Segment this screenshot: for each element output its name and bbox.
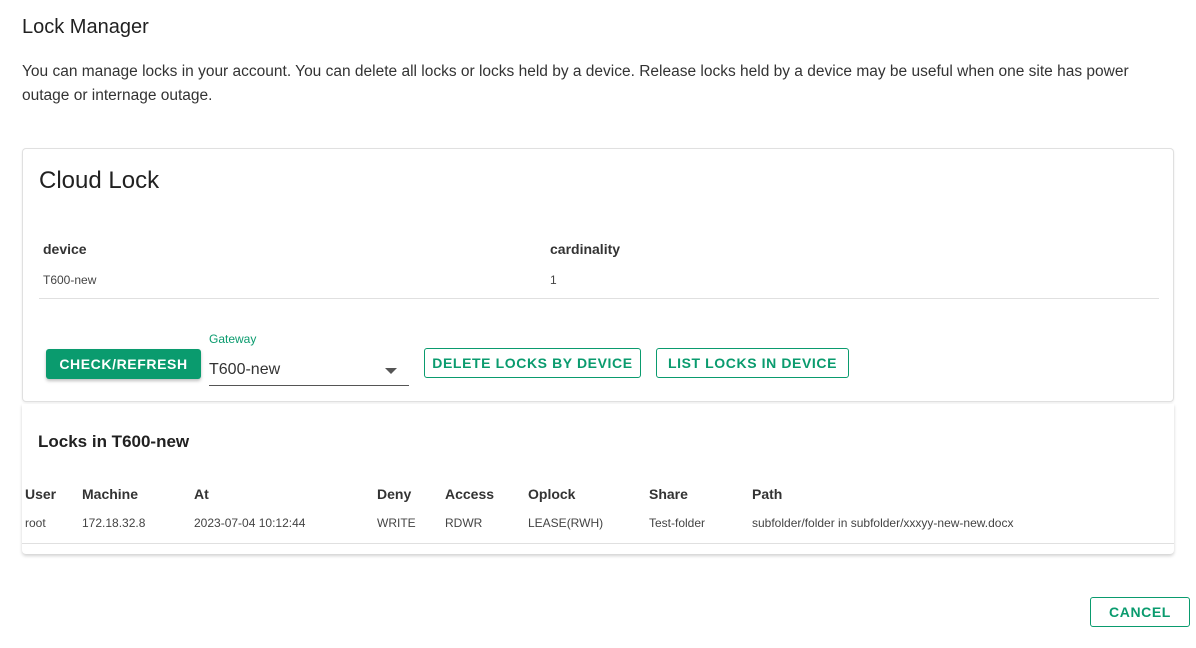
machine-cell: 172.18.32.8 (82, 516, 146, 530)
dropdown-arrow-icon (385, 368, 397, 374)
deny-cell: WRITE (377, 516, 416, 530)
table-row[interactable]: T600-new 1 (39, 263, 1159, 299)
table-row[interactable]: root 172.18.32.8 2023-07-04 10:12:44 WRI… (22, 506, 1174, 544)
dialog-description: You can manage locks in your account. Yo… (22, 63, 1129, 104)
column-header-user: User (25, 486, 57, 502)
column-header-access: Access (445, 486, 495, 502)
list-locks-in-device-button[interactable]: LIST LOCKS IN DEVICE (656, 348, 849, 378)
cloud-lock-title: Cloud Lock (39, 167, 160, 194)
column-header-share: Share (649, 486, 688, 502)
column-header-oplock: Oplock (528, 486, 576, 502)
device-table: device cardinality T600-new 1 (39, 237, 1159, 299)
column-header-cardinality: cardinality (550, 241, 621, 257)
gateway-label: Gateway (209, 332, 257, 346)
user-cell: root (25, 516, 46, 530)
dialog-title: Lock Manager (22, 16, 149, 38)
device-cell: T600-new (43, 273, 97, 287)
at-cell: 2023-07-04 10:12:44 (194, 516, 306, 530)
column-header-at: At (194, 486, 209, 502)
cardinality-cell: 1 (550, 273, 557, 287)
path-cell: subfolder/folder in subfolder/xxxyy-new-… (752, 516, 1014, 530)
column-header-machine: Machine (82, 486, 139, 502)
locks-table: User Machine At Deny Access Oplock Share… (22, 484, 1174, 544)
locks-table-header: User Machine At Deny Access Oplock Share… (22, 484, 1174, 506)
share-cell: Test-folder (649, 516, 706, 530)
check-refresh-button[interactable]: CHECK/REFRESH (46, 349, 201, 379)
locks-title: Locks in T600-new (38, 432, 190, 451)
delete-locks-by-device-button[interactable]: DELETE LOCKS BY DEVICE (424, 348, 641, 378)
gateway-selected-value: T600-new (209, 361, 281, 378)
locks-panel: Locks in T600-new User Machine At Deny A… (22, 404, 1174, 554)
column-header-path: Path (752, 486, 783, 502)
cancel-button[interactable]: CANCEL (1090, 597, 1190, 627)
device-table-header: device cardinality (39, 237, 1159, 263)
gateway-select[interactable]: T600-new (209, 354, 409, 386)
column-header-deny: Deny (377, 486, 412, 502)
cloud-lock-card: Cloud Lock device cardinality T600-new 1… (22, 148, 1174, 402)
oplock-cell: LEASE(RWH) (528, 516, 604, 530)
access-cell: RDWR (445, 516, 483, 530)
column-header-device: device (43, 241, 87, 257)
